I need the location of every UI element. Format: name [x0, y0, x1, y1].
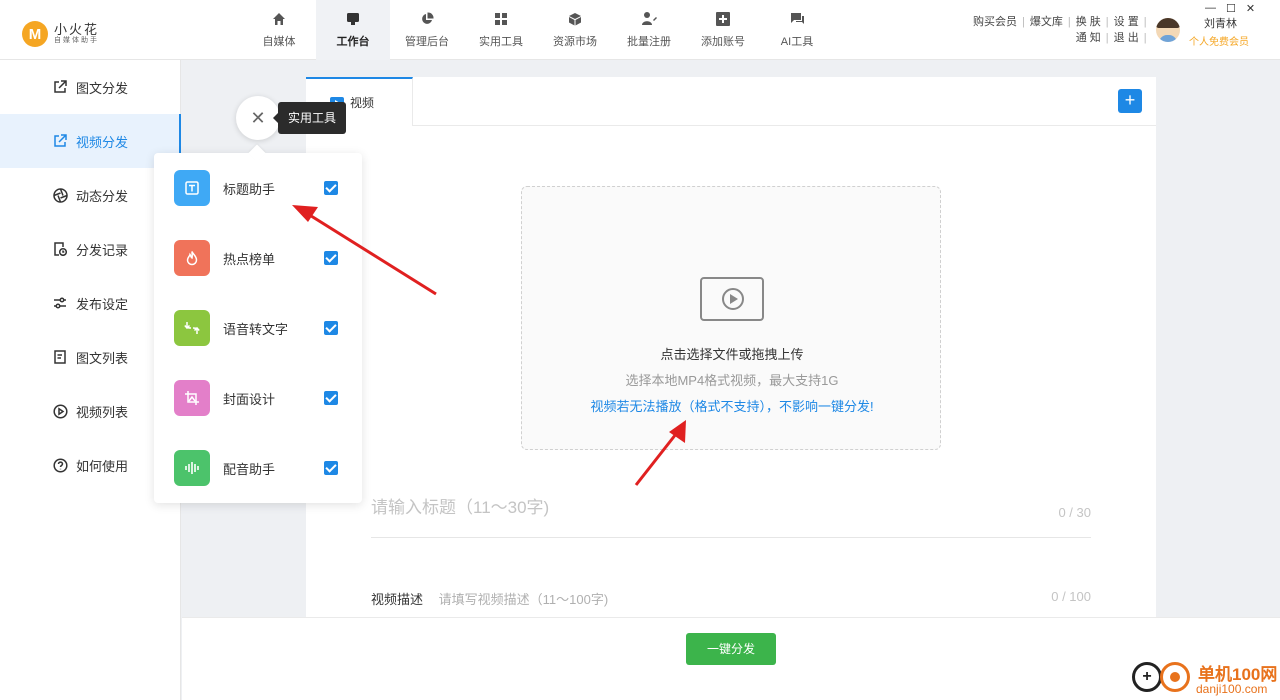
external-link-icon — [52, 79, 68, 95]
buy-member-link[interactable]: 购买会员 — [973, 14, 1017, 30]
publish-button[interactable]: 一键分发 — [686, 633, 776, 665]
tab-bar: 视频 + — [306, 77, 1156, 126]
upload-hint: 点击选择文件或拖拽上传 — [660, 347, 804, 362]
upload-format-hint: 选择本地MP4格式视频，最大支持1G — [625, 373, 839, 388]
nav-admin[interactable]: 管理后台 — [390, 0, 464, 60]
user-edit-icon — [641, 11, 657, 27]
app-name: 小火花 — [54, 21, 100, 37]
cube-icon — [567, 11, 583, 27]
video-share-icon — [52, 133, 68, 149]
description-char-count: 0 / 100 — [1051, 589, 1091, 604]
tooltip: 实用工具 — [273, 102, 346, 134]
tool-checkbox[interactable] — [324, 321, 338, 335]
avatar[interactable] — [1156, 18, 1180, 42]
tool-item-dubbing[interactable]: 配音助手 — [174, 450, 344, 486]
top-links: 购买会员 | 爆文库 | 换 肤 | 设 置 | 通 知 | 退 出 | — [973, 14, 1147, 46]
video-upload-icon — [700, 277, 764, 321]
app-subtitle: 自媒体助手 — [54, 36, 99, 44]
bottom-bar: 一键分发 — [182, 617, 1280, 700]
window-controls: — ☐ ✕ — [1205, 2, 1255, 15]
record-icon — [52, 241, 68, 257]
tool-item-title-helper[interactable]: 标题助手 — [174, 170, 344, 206]
tool-checkbox[interactable] — [324, 251, 338, 265]
flame-icon — [174, 240, 210, 276]
logo-icon: M — [22, 21, 48, 47]
top-bar: M 小火花 自媒体助手 自媒体 工作台 管理后台 实用工具 资源市场 批量注册 … — [0, 0, 1280, 60]
main-nav: 自媒体 工作台 管理后台 实用工具 资源市场 批量注册 添加账号 AI工具 — [242, 0, 834, 60]
tool-item-speech-to-text[interactable]: 语音转文字 — [174, 310, 344, 346]
sliders-icon — [52, 295, 68, 311]
tools-popup: 标题助手 热点榜单 语音转文字 封面设计 配音助手 — [154, 153, 362, 503]
description-input[interactable] — [438, 592, 999, 607]
app-logo[interactable]: M 小火花 自媒体助手 — [22, 21, 99, 47]
workbench-icon — [345, 11, 361, 27]
pie-chart-icon — [419, 11, 435, 27]
tool-item-cover-design[interactable]: 封面设计 — [174, 380, 344, 416]
notice-link[interactable]: 通 知 — [1076, 30, 1101, 46]
baowenku-link[interactable]: 爆文库 — [1030, 14, 1063, 30]
minimize-icon[interactable]: — — [1205, 2, 1216, 15]
member-level[interactable]: 个人免费会员 — [1189, 33, 1249, 48]
translate-icon — [174, 310, 210, 346]
tool-item-hot-list[interactable]: 热点榜单 — [174, 240, 344, 276]
add-tab-button[interactable]: + — [1118, 89, 1142, 113]
close-window-icon[interactable]: ✕ — [1246, 2, 1255, 15]
nav-resources[interactable]: 资源市场 — [538, 0, 612, 60]
maximize-icon[interactable]: ☐ — [1226, 2, 1236, 15]
title-char-count: 0 / 30 — [1058, 505, 1091, 520]
aperture-icon — [52, 187, 68, 203]
home-icon — [271, 11, 287, 27]
main-panel: 视频 + 点击选择文件或拖拽上传 选择本地MP4格式视频，最大支持1G 视频若无… — [306, 77, 1156, 617]
username[interactable]: 刘青林 — [1204, 15, 1237, 31]
nav-tools[interactable]: 实用工具 — [464, 0, 538, 60]
tool-checkbox[interactable] — [324, 391, 338, 405]
play-circle-icon — [52, 403, 68, 419]
tool-checkbox[interactable] — [324, 181, 338, 195]
nav-add-account[interactable]: 添加账号 — [686, 0, 760, 60]
watermark-logo: + 单机100网 danji100.com — [1130, 660, 1280, 700]
sidebar-item-article-distribute[interactable]: 图文分发 — [0, 60, 181, 114]
list-doc-icon — [52, 349, 68, 365]
upload-note: 视频若无法播放（格式不支持），不影响一键分发! — [590, 399, 874, 414]
plus-icon: + — [1132, 662, 1162, 692]
circle-dot-icon — [1160, 662, 1190, 692]
question-icon — [52, 457, 68, 473]
watermark-url: danji100.com — [1196, 682, 1268, 696]
settings-link[interactable]: 设 置 — [1114, 14, 1139, 30]
nav-ai-tools[interactable]: AI工具 — [760, 0, 834, 60]
title-input[interactable] — [371, 498, 1011, 518]
tool-checkbox[interactable] — [324, 461, 338, 475]
skin-link[interactable]: 换 肤 — [1076, 14, 1101, 30]
grid-icon — [493, 11, 509, 27]
text-box-icon — [174, 170, 210, 206]
soundwave-icon — [174, 450, 210, 486]
description-field: 视频描述 0 / 100 — [371, 589, 1091, 609]
plus-square-icon — [715, 11, 731, 27]
description-label: 视频描述 — [371, 592, 424, 607]
logout-link[interactable]: 退 出 — [1114, 30, 1139, 46]
nav-self-media[interactable]: 自媒体 — [242, 0, 316, 60]
nav-batch-register[interactable]: 批量注册 — [612, 0, 686, 60]
image-icon — [174, 380, 210, 416]
title-field: 0 / 30 — [371, 498, 1091, 538]
chat-icon — [789, 11, 805, 27]
video-upload-area[interactable]: 点击选择文件或拖拽上传 选择本地MP4格式视频，最大支持1G 视频若无法播放（格… — [521, 186, 941, 450]
nav-workbench[interactable]: 工作台 — [316, 0, 390, 60]
